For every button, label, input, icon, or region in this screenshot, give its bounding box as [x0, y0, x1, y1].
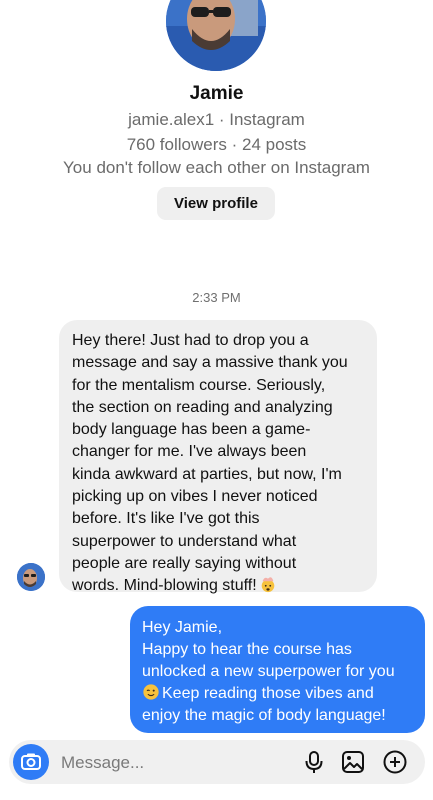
view-profile-button[interactable]: View profile [157, 187, 275, 220]
message-line: Hey Jamie, [142, 619, 223, 636]
profile-handle: jamie.alex1 · Instagram [128, 110, 305, 129]
camera-button[interactable] [13, 744, 49, 780]
message-line: superpower to understand what [72, 532, 297, 550]
message-line-text: words. Mind-blowing stuff! [72, 577, 257, 595]
incoming-message-bubble[interactable]: Hey there! Just had to drop you a messag… [59, 320, 377, 594]
message-line: Hey there! Just had to drop you a [72, 332, 309, 349]
winking-face-emoji-icon [143, 684, 159, 700]
message-input[interactable] [59, 748, 293, 778]
profile-avatar[interactable] [166, 0, 266, 71]
message-line: message and say a massive thank you [72, 354, 348, 372]
incoming-message-row: Hey there! Just had to drop you a messag… [0, 320, 433, 595]
add-icon[interactable] [382, 749, 408, 775]
message-line: people are really saying without [72, 554, 297, 572]
outgoing-message-bubble[interactable]: Hey Jamie, Happy to hear the course has … [130, 606, 425, 733]
message-line: picking up on vibes I never noticed [72, 488, 318, 506]
message-line: body language has been a game- [72, 421, 311, 439]
message-line: Happy to hear the course has [142, 641, 352, 658]
message-line-last: words. Mind-blowing stuff! [72, 575, 363, 597]
message-line: before. It's like I've got this [72, 510, 260, 528]
message-line: changer for me. I've always been [72, 443, 307, 461]
message-line: enjoy the magic of body language! [142, 707, 386, 724]
gallery-icon[interactable] [340, 749, 366, 775]
message-line: for the mentalism course. Seriously, [72, 376, 326, 394]
exploding-head-emoji-icon [261, 577, 274, 593]
message-composer [9, 740, 425, 784]
message-line: the section on reading and analyzing [72, 398, 333, 416]
message-line-with-emoji: Keep reading those vibes and [142, 683, 415, 705]
profile-name: Jamie [189, 83, 244, 104]
follow-status: You don't follow each other on Instagram [63, 158, 370, 177]
profile-stats: 760 followers · 24 posts [126, 135, 307, 154]
sender-avatar[interactable] [17, 563, 45, 591]
message-line: unlocked a new superpower for you [142, 663, 395, 680]
microphone-icon[interactable] [301, 749, 327, 775]
camera-icon [21, 753, 41, 770]
message-line: kinda awkward at parties, but now, I'm [72, 465, 342, 483]
message-line-text: Keep reading those vibes and [162, 685, 374, 702]
message-timestamp: 2:33 PM [192, 290, 241, 305]
